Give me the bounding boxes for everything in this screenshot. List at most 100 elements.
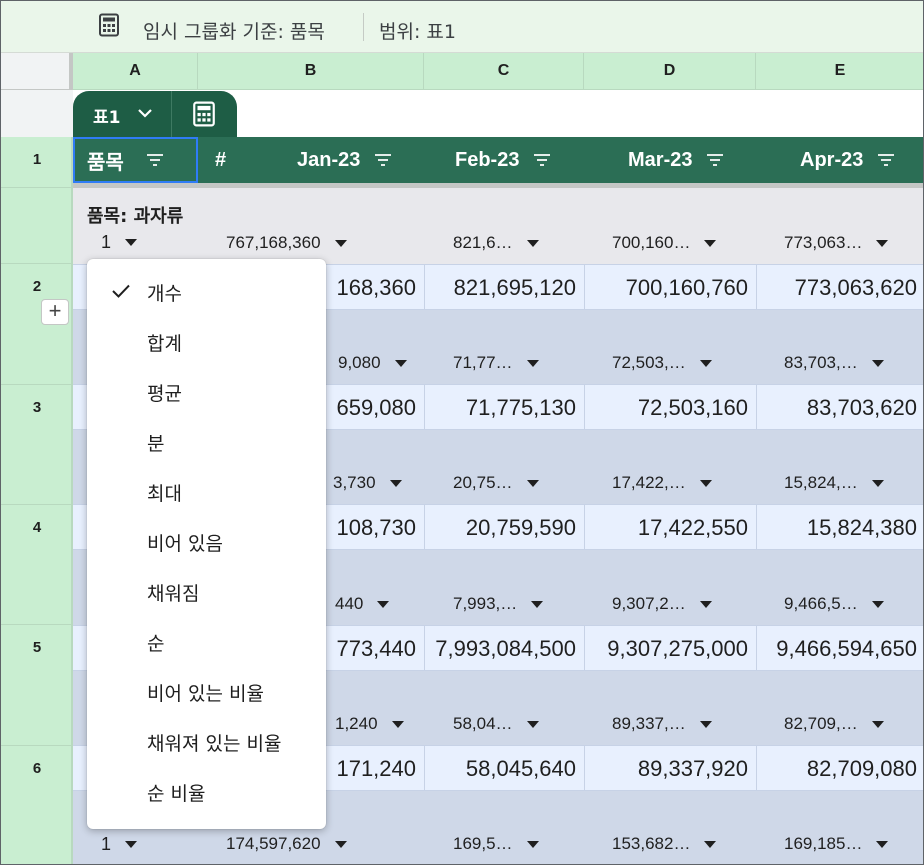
summary-cell[interactable]: 71,77…: [453, 353, 539, 373]
dropdown-arrow-icon[interactable]: [526, 840, 539, 848]
menu-item-filled[interactable]: 채워짐: [87, 567, 326, 617]
summary-cell[interactable]: 3,730: [333, 473, 402, 493]
summary-cell[interactable]: 767,168,360: [226, 233, 347, 253]
dropdown-arrow-icon[interactable]: [389, 479, 402, 487]
dropdown-arrow-icon[interactable]: [526, 239, 539, 247]
cell-mar[interactable]: 700,160,760: [584, 265, 756, 311]
header-item[interactable]: 품목: [73, 137, 198, 183]
cell-feb[interactable]: 71,775,130: [424, 385, 584, 431]
dropdown-arrow-icon[interactable]: [526, 479, 539, 487]
dropdown-arrow-icon[interactable]: [699, 479, 712, 487]
summary-cell[interactable]: 169,185…: [784, 834, 889, 854]
dropdown-arrow-icon[interactable]: [526, 720, 539, 728]
filter-icon[interactable]: [146, 154, 164, 166]
filter-icon[interactable]: [877, 154, 895, 166]
header-apr[interactable]: Apr-23: [800, 137, 895, 183]
dropdown-arrow-icon[interactable]: [531, 600, 544, 608]
group-count[interactable]: 1: [101, 232, 138, 253]
cell-feb[interactable]: 7,993,084,500: [424, 626, 584, 672]
menu-item-percent-empty[interactable]: 비어 있는 비율: [87, 667, 326, 717]
menu-item-min[interactable]: 분: [87, 417, 326, 467]
dropdown-arrow-icon[interactable]: [699, 720, 712, 728]
cell-feb[interactable]: 821,695,120: [424, 265, 584, 311]
cell-mar[interactable]: 9,307,275,000: [584, 626, 756, 672]
summary-cell[interactable]: 440: [335, 594, 390, 614]
dropdown-arrow-icon[interactable]: [391, 720, 404, 728]
column-header-a[interactable]: A: [73, 53, 198, 90]
column-header-d[interactable]: D: [584, 53, 756, 90]
summary-cell[interactable]: 82,709,…: [784, 714, 884, 734]
cell-apr[interactable]: 82,709,080: [756, 746, 923, 792]
dropdown-arrow-icon[interactable]: [871, 600, 884, 608]
dropdown-arrow-icon[interactable]: [334, 840, 347, 848]
row-header-2[interactable]: 2: [1, 278, 73, 295]
menu-item-unique[interactable]: 순: [87, 617, 326, 667]
row-header-6[interactable]: 6: [1, 760, 73, 777]
menu-item-sum[interactable]: 합계: [87, 317, 326, 367]
header-jan[interactable]: Jan-23: [297, 137, 392, 183]
summary-cell[interactable]: 9,307,2…: [612, 594, 712, 614]
dropdown-arrow-icon[interactable]: [871, 479, 884, 487]
column-header-b[interactable]: B: [198, 53, 424, 90]
filter-icon[interactable]: [533, 154, 551, 166]
cell-apr[interactable]: 83,703,620: [756, 385, 923, 431]
cell-apr[interactable]: 773,063,620: [756, 265, 923, 311]
dropdown-arrow-icon[interactable]: [377, 600, 390, 608]
dropdown-arrow-icon[interactable]: [526, 359, 539, 367]
summary-cell[interactable]: 1,240: [335, 714, 404, 734]
select-all-corner[interactable]: [1, 53, 73, 90]
summary-cell[interactable]: 9,466,5…: [784, 594, 884, 614]
summary-cell[interactable]: 72,503,…: [612, 353, 712, 373]
cell-apr[interactable]: 15,824,380: [756, 505, 923, 551]
header-feb[interactable]: Feb-23: [455, 137, 551, 183]
filter-icon[interactable]: [374, 154, 392, 166]
cell-apr[interactable]: 9,466,594,650: [756, 626, 923, 672]
dropdown-arrow-icon[interactable]: [871, 720, 884, 728]
table-tab[interactable]: 표1: [73, 91, 237, 137]
dropdown-arrow-icon[interactable]: [876, 840, 889, 848]
summary-cell[interactable]: 700,160…: [612, 233, 717, 253]
header-mar[interactable]: Mar-23: [628, 137, 724, 183]
menu-item-max[interactable]: 최대: [87, 467, 326, 517]
dropdown-arrow-icon[interactable]: [876, 239, 889, 247]
group-count[interactable]: 1: [101, 834, 138, 855]
cell-mar[interactable]: 72,503,160: [584, 385, 756, 431]
dropdown-arrow-icon[interactable]: [125, 841, 138, 848]
summary-cell[interactable]: 83,703,…: [784, 353, 884, 373]
cell-mar[interactable]: 89,337,920: [584, 746, 756, 792]
row-header-5[interactable]: 5: [1, 639, 73, 656]
dropdown-arrow-icon[interactable]: [125, 239, 138, 246]
cell-feb[interactable]: 58,045,640: [424, 746, 584, 792]
menu-item-empty[interactable]: 비어 있음: [87, 517, 326, 567]
summary-cell[interactable]: 773,063…: [784, 233, 889, 253]
calculator-icon[interactable]: [191, 101, 217, 127]
dropdown-arrow-icon[interactable]: [699, 359, 712, 367]
cell-mar[interactable]: 17,422,550: [584, 505, 756, 551]
add-row-button[interactable]: +: [41, 299, 69, 325]
dropdown-arrow-icon[interactable]: [704, 840, 717, 848]
dropdown-arrow-icon[interactable]: [334, 239, 347, 247]
dropdown-arrow-icon[interactable]: [699, 600, 712, 608]
summary-cell[interactable]: 58,04…: [453, 714, 539, 734]
menu-item-average[interactable]: 평균: [87, 367, 326, 417]
dropdown-arrow-icon[interactable]: [871, 359, 884, 367]
summary-cell[interactable]: 821,6…: [453, 233, 539, 253]
filter-icon[interactable]: [706, 154, 724, 166]
summary-cell[interactable]: 153,682…: [612, 834, 717, 854]
cell-feb[interactable]: 20,759,590: [424, 505, 584, 551]
summary-cell[interactable]: 174,597,620: [226, 834, 347, 854]
row-header-3[interactable]: 3: [1, 399, 73, 416]
calculator-icon[interactable]: [97, 13, 121, 37]
menu-item-count[interactable]: 개수: [87, 267, 326, 317]
summary-cell[interactable]: 9,080: [338, 353, 407, 373]
chevron-down-icon[interactable]: [137, 107, 153, 119]
summary-cell[interactable]: 7,993,…: [453, 594, 544, 614]
summary-cell[interactable]: 169,5…: [453, 834, 539, 854]
menu-item-percent-filled[interactable]: 채워져 있는 비율: [87, 717, 326, 767]
summary-cell[interactable]: 15,824,…: [784, 473, 884, 493]
menu-item-percent-unique[interactable]: 순 비율: [87, 767, 326, 817]
summary-cell[interactable]: 89,337,…: [612, 714, 712, 734]
dropdown-arrow-icon[interactable]: [394, 359, 407, 367]
dropdown-arrow-icon[interactable]: [704, 239, 717, 247]
summary-cell[interactable]: 17,422,…: [612, 473, 712, 493]
